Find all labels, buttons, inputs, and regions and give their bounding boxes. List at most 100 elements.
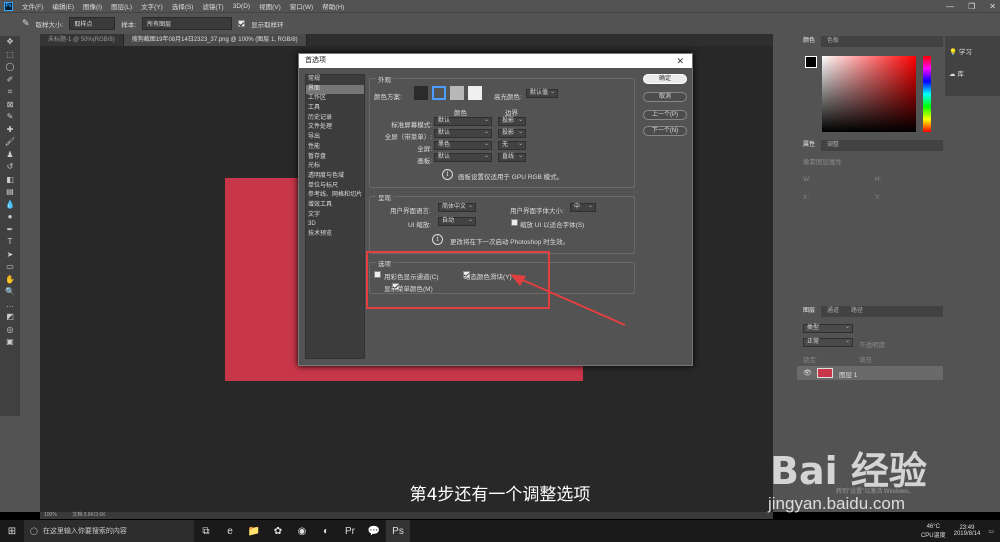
eyedropper-icon[interactable]: ✎ (22, 18, 30, 29)
hand-tool-icon[interactable]: ✋ (0, 274, 20, 287)
cancel-button[interactable]: 取消 (643, 92, 687, 102)
dialog-close-icon[interactable]: ✕ (676, 54, 684, 68)
menu-select[interactable]: 选择(S) (172, 1, 194, 11)
ok-button[interactable]: 确定 (643, 74, 687, 84)
pen-tool-icon[interactable]: ✒ (0, 224, 20, 237)
frame-tool-icon[interactable]: ⊠ (0, 99, 20, 112)
category-item-selected[interactable]: 界面 (306, 84, 364, 95)
category-item[interactable]: 导出 (306, 133, 364, 143)
category-item[interactable]: 技术预览 (306, 230, 364, 240)
app-icon[interactable]: ◉ (290, 520, 314, 542)
category-item[interactable]: 暂存盘 (306, 153, 364, 163)
theme-swatch-lightest[interactable] (468, 86, 482, 100)
library-panel-button[interactable]: ☁ 库 (949, 68, 964, 78)
fullscreen-color-select[interactable]: 黑色 (434, 141, 492, 150)
move-tool-icon[interactable]: ✥ (0, 36, 20, 49)
menu-window[interactable]: 窗口(W) (290, 1, 313, 11)
photoshop-taskbar-icon[interactable]: Ps (386, 520, 410, 542)
tab-adjustments[interactable]: 调整 (821, 140, 845, 151)
task-view-icon[interactable]: ⧉ (194, 520, 218, 542)
category-item[interactable]: 文字 (306, 211, 364, 221)
tab-untitled[interactable]: 未标题-1 @ 50%(RGB/8) (40, 34, 124, 46)
category-item[interactable]: 工作区 (306, 94, 364, 104)
quick-select-tool-icon[interactable]: ✐ (0, 74, 20, 87)
shape-tool-icon[interactable]: ▭ (0, 261, 20, 274)
menu-image[interactable]: 图像(I) (83, 1, 102, 11)
tab-color[interactable]: 颜色 (797, 36, 822, 47)
learn-panel-button[interactable]: 💡 学习 (949, 46, 972, 56)
screen-mode-icon[interactable]: ▣ (0, 336, 20, 349)
dodge-tool-icon[interactable]: ● (0, 211, 20, 224)
std-screen-border-select[interactable]: 投影 (498, 117, 526, 126)
clock[interactable]: 23:49 2019/8/14 (954, 525, 981, 537)
history-brush-icon[interactable]: ↺ (0, 161, 20, 174)
category-item[interactable]: 透明度与色域 (306, 172, 364, 182)
scale-ui-font-checkbox[interactable] (511, 219, 518, 226)
menu-edit[interactable]: 编辑(E) (52, 1, 74, 11)
tab-channels[interactable]: 通道 (821, 306, 845, 317)
brush-tool-icon[interactable]: 🖌 (0, 136, 20, 149)
ui-scale-select[interactable]: 自动 (438, 217, 476, 226)
blur-tool-icon[interactable]: 💧 (0, 199, 20, 212)
artboard-border-select[interactable]: 直线 (498, 153, 526, 162)
layer-name[interactable]: 图层 1 (839, 369, 857, 379)
color-swatches-icon[interactable]: ◩ (0, 311, 20, 324)
maximize-icon[interactable]: ❐ (968, 2, 975, 11)
tab-screenshot[interactable]: 搜狗截图19年08月14日2323_37.png @ 100% (图层 1, R… (123, 34, 307, 46)
hue-slider[interactable] (923, 56, 931, 132)
edge-icon[interactable]: e (218, 520, 242, 542)
tab-properties[interactable]: 属性 (797, 140, 822, 151)
menu-layer[interactable]: 图层(L) (111, 1, 132, 11)
minimize-icon[interactable]: — (946, 2, 954, 11)
zoom-tool-icon[interactable]: 🔍 (0, 286, 20, 299)
eraser-tool-icon[interactable]: ◧ (0, 174, 20, 187)
category-item[interactable]: 光标 (306, 162, 364, 172)
ui-font-size-select[interactable]: 中 (570, 203, 596, 212)
menu-file[interactable]: 文件(F) (22, 1, 43, 11)
stamp-tool-icon[interactable]: ♟ (0, 149, 20, 162)
sample-select[interactable]: 所有图层 (142, 17, 233, 30)
category-item[interactable]: 参考线、网格和切片 (306, 191, 364, 201)
layer-row[interactable]: 👁 图层 1 (797, 366, 943, 380)
foreground-color-swatch[interactable] (805, 56, 817, 68)
explorer-icon[interactable]: 📁 (242, 520, 266, 542)
healing-tool-icon[interactable]: ✚ (0, 124, 20, 137)
tab-paths[interactable]: 路径 (845, 306, 869, 317)
category-item[interactable]: 历史记录 (306, 114, 364, 124)
windows-start-icon[interactable]: ⊞ (0, 520, 24, 542)
category-item[interactable]: 3D (306, 220, 364, 230)
category-item[interactable]: 工具 (306, 104, 364, 114)
premiere-icon[interactable]: Pr (338, 520, 362, 542)
quick-mask-icon[interactable]: ◎ (0, 324, 20, 337)
category-item[interactable]: 文件处理 (306, 123, 364, 133)
close-icon[interactable]: ✕ (989, 2, 996, 11)
tab-swatches[interactable]: 色板 (821, 36, 845, 47)
theme-swatch-darkest[interactable] (414, 86, 428, 100)
eyedropper-tool-icon[interactable]: ✎ (0, 111, 20, 124)
color-field[interactable] (822, 56, 916, 132)
wechat-icon[interactable]: 💬 (362, 520, 386, 542)
ui-language-select[interactable]: 简体中文 (438, 203, 476, 212)
app-icon[interactable]: ✿ (266, 520, 290, 542)
fullscreen-menu-border-select[interactable]: 投影 (498, 129, 526, 138)
more-tools-icon[interactable]: … (0, 299, 20, 312)
tab-layers[interactable]: 图层 (797, 306, 822, 317)
category-item[interactable]: 性能 (306, 143, 364, 153)
sample-size-select[interactable]: 取样点 (69, 17, 116, 30)
theme-swatch-light[interactable] (450, 86, 464, 100)
fullscreen-border-select[interactable]: 无 (498, 141, 526, 150)
menu-3d[interactable]: 3D(D) (233, 3, 250, 10)
crop-tool-icon[interactable]: ⌗ (0, 86, 20, 99)
marquee-tool-icon[interactable]: ⬚ (0, 49, 20, 62)
category-item[interactable]: 常规 (306, 75, 364, 85)
taskbar-search[interactable]: ◯ 在这里输入你要搜索的内容 (24, 520, 194, 542)
theme-swatch-dark[interactable] (432, 86, 446, 100)
show-ring-checkbox[interactable] (238, 20, 246, 27)
menu-type[interactable]: 文字(Y) (141, 1, 163, 11)
eye-icon[interactable]: 👁 (803, 369, 812, 377)
category-item[interactable]: 单位与标尺 (306, 182, 364, 192)
prev-button[interactable]: 上一个(P) (643, 110, 687, 120)
next-button[interactable]: 下一个(N) (643, 126, 687, 136)
lasso-tool-icon[interactable]: ◯ (0, 61, 20, 74)
menu-filter[interactable]: 滤镜(T) (202, 1, 223, 11)
